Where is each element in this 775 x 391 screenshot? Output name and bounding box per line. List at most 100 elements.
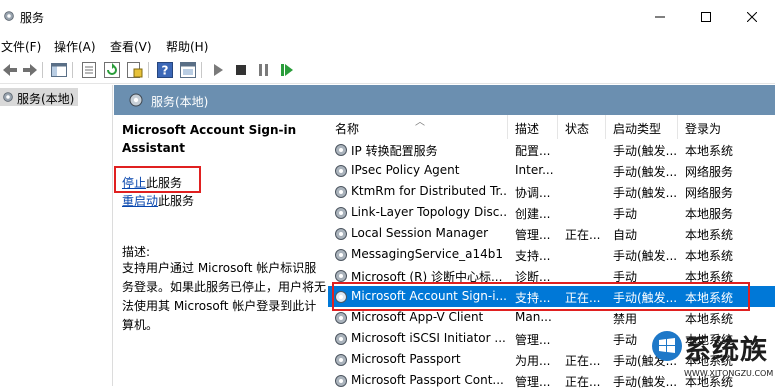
column-header-description[interactable]: 描述 [508, 115, 558, 139]
restart-service-line: 重启动此服务 [122, 192, 194, 209]
service-status-cell: 正在... [565, 354, 601, 368]
service-logon-cell: 本地系统 [685, 249, 734, 263]
tree-node-services-local[interactable]: 服务(本地) [0, 88, 78, 106]
toolbar-divider [72, 62, 73, 78]
export-list-button[interactable] [125, 60, 145, 80]
service-description-cell: 协调... [515, 186, 551, 200]
title-bar: 服务 [0, 0, 775, 34]
service-startup-cell: 手动 [613, 207, 638, 221]
maximize-icon [701, 12, 711, 22]
column-header-label: 登录为 [685, 122, 722, 136]
console-tree: 服务(本地) [0, 85, 113, 386]
service-startup-cell: 手动(触发... [613, 186, 678, 200]
service-description-cell: 为用... [515, 354, 551, 368]
menu-file[interactable]: 文件(F) [1, 38, 41, 55]
help-button[interactable]: ? [155, 60, 175, 80]
service-name-cell: KtmRm for Distributed Tr... [351, 184, 506, 198]
service-description-cell: 管理... [515, 333, 551, 347]
play-icon [214, 64, 223, 76]
service-row[interactable]: KtmRm for Distributed Tr... 协调... 手动(触发...… [328, 181, 775, 202]
restart-icon [281, 64, 293, 76]
column-header-logon-as[interactable]: 登录为 [678, 115, 738, 139]
restart-service-suffix: 此服务 [158, 194, 195, 208]
service-startup-cell: 手动(触发... [613, 249, 678, 263]
watermark-text: 系统族 [684, 335, 768, 366]
stop-service-line: 停止此服务 [122, 174, 182, 191]
properties-button[interactable] [79, 60, 99, 80]
service-description-cell: 支持... [515, 249, 551, 263]
column-header-name[interactable]: 名称 [328, 115, 508, 139]
close-button[interactable] [729, 0, 775, 34]
column-header-label: 名称 [335, 122, 360, 136]
service-gear-icon [335, 354, 347, 366]
service-row[interactable]: IP 转换配置服务 配置... 手动(触发... 本地系统 [328, 139, 775, 160]
menu-help[interactable]: 帮助(H) [166, 38, 208, 55]
service-logon-cell: 网络服务 [685, 165, 734, 179]
pause-icon [259, 64, 268, 76]
minimize-button[interactable] [637, 0, 683, 34]
service-description-cell: Man... [515, 310, 552, 324]
service-description-cell: 管理... [515, 228, 551, 242]
service-startup-cell: 手动(触发... [613, 165, 678, 179]
forward-button[interactable] [20, 60, 40, 80]
service-gear-icon [335, 207, 347, 219]
service-logon-cell: 网络服务 [685, 186, 734, 200]
service-startup-cell: 自动 [613, 228, 638, 242]
service-logon-cell: 本地系统 [685, 228, 734, 242]
arrow-right-icon [23, 64, 37, 76]
service-name-cell: Microsoft iSCSI Initiator ... [351, 331, 506, 345]
logo-icon [652, 331, 682, 361]
close-icon [747, 12, 757, 22]
menu-action[interactable]: 操作(A) [54, 38, 96, 55]
toolbar-divider [201, 62, 202, 78]
selected-row-highlight [332, 282, 750, 311]
services-gear-icon [3, 92, 13, 102]
service-gear-icon [335, 186, 347, 198]
column-header-startup-type[interactable]: 启动类型 [606, 115, 678, 139]
stop-service-button[interactable] [231, 60, 251, 80]
service-description-cell: 创建... [515, 207, 551, 221]
help-icon: ? [157, 62, 173, 78]
service-row[interactable]: IPsec Policy Agent Inter... 手动(触发... 网络服务 [328, 160, 775, 181]
main-header-title: 服务(本地) [151, 95, 209, 109]
start-service-button[interactable] [208, 60, 228, 80]
restart-service-button[interactable] [277, 60, 297, 80]
service-name-cell: Microsoft Passport [351, 352, 461, 366]
stop-service-suffix: 此服务 [146, 176, 183, 190]
service-name-cell: IP 转换配置服务 [351, 144, 438, 158]
service-gear-icon [335, 333, 347, 345]
export-list-icon [127, 62, 143, 78]
maximize-button[interactable] [683, 0, 729, 34]
toolbar-divider [148, 62, 149, 78]
column-header-label: 状态 [565, 122, 590, 136]
toolbar: ? [0, 56, 775, 84]
column-header-label: 描述 [515, 122, 540, 136]
service-name-cell: Microsoft App-V Client [351, 310, 484, 324]
document-icon [82, 62, 96, 78]
show-hide-tree-button[interactable] [49, 60, 69, 80]
svg-text:?: ? [162, 64, 169, 78]
service-gear-icon [335, 312, 347, 324]
service-row[interactable]: MessagingService_a14b1 支持... 手动(触发... 本地系统 [328, 244, 775, 265]
back-button[interactable] [0, 60, 20, 80]
menu-view[interactable]: 查看(V) [110, 38, 152, 55]
service-description-cell: Inter... [515, 163, 554, 177]
description-pane: Microsoft Account Sign-in Assistant 停止此服… [114, 115, 328, 386]
column-header-status[interactable]: 状态 [558, 115, 606, 139]
service-gear-icon [335, 144, 347, 156]
service-row[interactable]: Link-Layer Topology Disc... 创建... 手动 本地服务 [328, 202, 775, 223]
service-row[interactable]: Local Session Manager 管理... 正在... 自动 本地系统 [328, 223, 775, 244]
tree-node-label: 服务(本地) [17, 92, 75, 106]
help-topics-button[interactable] [178, 60, 198, 80]
service-gear-icon [335, 228, 347, 240]
minimize-icon [655, 16, 665, 18]
menu-bar: 文件(F) 操作(A) 查看(V) 帮助(H) [0, 34, 775, 56]
service-logon-cell: 本地服务 [685, 207, 734, 221]
pause-service-button[interactable] [254, 60, 274, 80]
restart-service-link[interactable]: 重启动 [122, 194, 158, 208]
refresh-button[interactable] [102, 60, 122, 80]
toolbar-divider [42, 62, 43, 78]
stop-service-link[interactable]: 停止 [122, 176, 146, 190]
service-name-cell: Local Session Manager [351, 226, 489, 240]
service-status-cell: 正在... [565, 228, 601, 242]
